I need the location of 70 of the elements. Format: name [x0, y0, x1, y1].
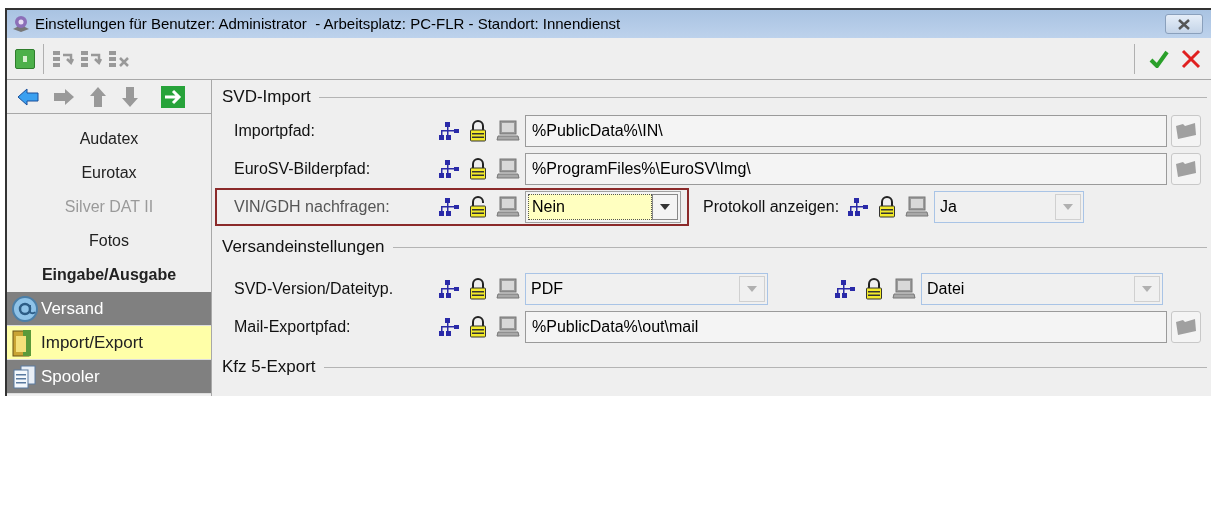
- dropdown-value: Ja: [939, 197, 958, 217]
- section-title: Kfz 5-Export: [222, 356, 316, 379]
- sidebar-link[interactable]: Audatex: [7, 122, 211, 156]
- back-arrow-icon[interactable]: [17, 87, 39, 106]
- network-icon[interactable]: [438, 197, 460, 217]
- down-arrow-icon[interactable]: [121, 85, 139, 108]
- browse-button[interactable]: [1171, 311, 1201, 343]
- field-label: Importpfad:: [234, 121, 316, 141]
- unlocked-lock-icon[interactable]: [469, 196, 487, 218]
- path-field[interactable]: %PublicData%\IN\: [525, 115, 1167, 147]
- checkmark-icon[interactable]: [1149, 49, 1169, 68]
- network-icon[interactable]: [834, 279, 856, 299]
- close-icon: [1177, 18, 1191, 30]
- sidebar-item[interactable]: Versand: [7, 292, 211, 326]
- close-button[interactable]: [1165, 14, 1203, 34]
- field-label: Mail-Exportpfad:: [234, 317, 352, 337]
- section-title: SVD-Import: [222, 86, 311, 109]
- computer-icon[interactable]: [496, 120, 520, 142]
- gear-icon: [11, 15, 31, 33]
- path-field[interactable]: %PublicData%\out\mail: [525, 311, 1167, 343]
- dropdown-value: PDF: [530, 279, 564, 299]
- field-label: Protokoll anzeigen:: [703, 197, 840, 217]
- forward-arrow-icon[interactable]: [53, 87, 75, 106]
- window-title: Einstellungen für Benutzer: Administrator - Arbeitsplatz: PC-FLR - Standort: Innendienst: [35, 13, 622, 34]
- field-label: EuroSV-Bilderpfad:: [234, 159, 372, 179]
- list-action-icon[interactable]: [52, 48, 74, 69]
- lock-icon[interactable]: [878, 196, 897, 218]
- close-icon[interactable]: [1181, 48, 1201, 69]
- computer-icon[interactable]: [496, 316, 520, 338]
- computer-icon[interactable]: [496, 196, 520, 218]
- sidebar-link[interactable]: Fotos: [7, 224, 211, 258]
- sidebar-item[interactable]: Spooler: [7, 360, 211, 394]
- computer-icon[interactable]: [496, 158, 520, 180]
- field-label: SVD-Version/Dateityp.: [234, 279, 395, 299]
- list-action-icon[interactable]: [108, 48, 130, 69]
- group-header[interactable]: Eingabe/Ausgabe: [7, 258, 211, 292]
- network-icon[interactable]: [438, 121, 460, 141]
- computer-icon[interactable]: [905, 196, 930, 218]
- dropdown[interactable]: Datei: [921, 273, 1163, 305]
- path-field[interactable]: %ProgramFiles%\EuroSV\Img\: [525, 153, 1167, 185]
- network-icon[interactable]: [847, 197, 870, 217]
- sidebar-link[interactable]: Eurotax: [7, 156, 211, 190]
- section-title: Versandeinstellungen: [222, 236, 385, 259]
- browse-button[interactable]: [1171, 153, 1201, 185]
- lock-icon[interactable]: [469, 158, 487, 180]
- dropdown-value: Datei: [926, 279, 966, 299]
- lock-toggle-button[interactable]: [15, 48, 35, 69]
- list-action-icon[interactable]: [80, 48, 102, 69]
- lock-icon[interactable]: [865, 278, 883, 300]
- computer-icon[interactable]: [496, 278, 520, 300]
- folder-icon: [1175, 160, 1197, 178]
- dropdown[interactable]: Ja: [934, 191, 1085, 223]
- at-sign-icon: [11, 294, 39, 323]
- network-icon[interactable]: [438, 159, 460, 179]
- dropdown[interactable]: Nein: [525, 191, 681, 223]
- network-icon[interactable]: [438, 317, 460, 337]
- network-icon[interactable]: [438, 279, 460, 299]
- computer-icon[interactable]: [892, 278, 916, 300]
- browse-button[interactable]: [1171, 115, 1201, 147]
- lock-icon[interactable]: [469, 120, 487, 142]
- lock-icon[interactable]: [469, 316, 487, 338]
- sidebar-item[interactable]: Import/Export: [7, 326, 211, 360]
- documents-icon: [11, 363, 39, 390]
- folder-icon: [1175, 122, 1197, 140]
- dropdown-value: Nein: [528, 194, 652, 220]
- dropdown[interactable]: PDF: [525, 273, 768, 305]
- folder-icon: [1175, 318, 1197, 336]
- lock-icon[interactable]: [469, 278, 487, 300]
- field-label: VIN/GDH nachfragen:: [234, 197, 391, 217]
- up-arrow-icon[interactable]: [89, 85, 107, 108]
